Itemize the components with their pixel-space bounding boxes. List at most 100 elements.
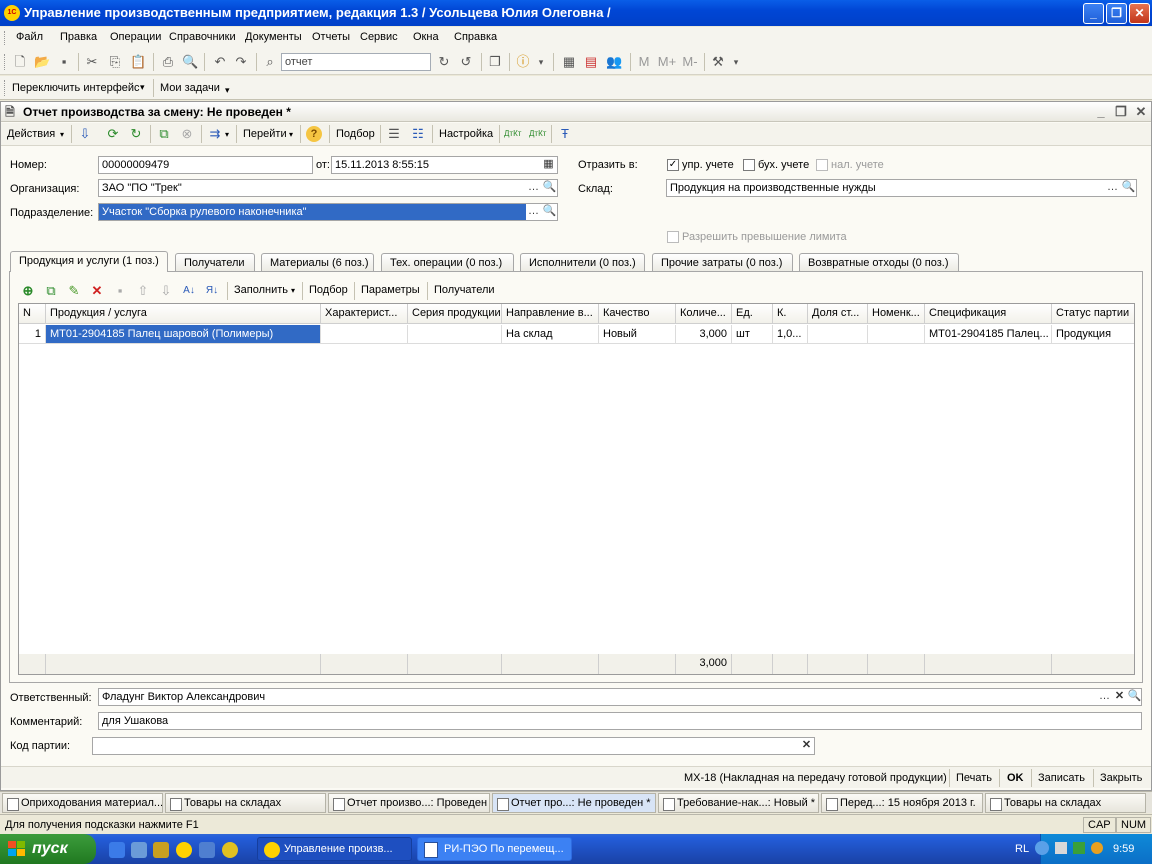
doc-minimize-button[interactable]: _ [1093, 104, 1109, 120]
col-lot-status[interactable]: Статус партии [1052, 304, 1134, 324]
document-titlebar[interactable]: 🗎 Отчет производства за смену: Не провед… [1, 102, 1151, 122]
organization-select-icon[interactable]: … [526, 180, 541, 196]
users-icon[interactable]: 👥 [606, 54, 622, 70]
move-down-icon[interactable]: ⇩ [158, 283, 174, 299]
sort-asc-icon[interactable]: A↓ [181, 283, 197, 299]
chrome-icon[interactable] [222, 842, 238, 858]
calendar-icon[interactable]: ▤ [583, 54, 599, 70]
copy-doc-icon[interactable]: ⧉ [156, 126, 172, 142]
copy-icon[interactable]: ⎘ [107, 54, 123, 70]
copy-row-icon[interactable]: ⧉ [43, 283, 59, 299]
structure-icon[interactable]: ☰ [386, 126, 402, 142]
update-icon[interactable] [1091, 842, 1103, 854]
menu-service[interactable]: Сервис [360, 31, 398, 43]
movements-icon[interactable]: ☷ [410, 126, 426, 142]
print-icon[interactable]: ⎙ [160, 54, 176, 70]
allow-limit-checkbox[interactable] [667, 231, 679, 243]
grid-recipients-button[interactable]: Получатели [434, 284, 495, 296]
add-row-icon[interactable]: ⊕ [20, 283, 36, 299]
cell-k[interactable]: 1,0... [773, 325, 808, 344]
reload-icon[interactable]: ↻ [128, 126, 144, 142]
warehouse-open-icon[interactable]: 🔍 [1121, 180, 1136, 196]
buh-checkbox[interactable] [743, 159, 755, 171]
cell-specification[interactable]: МТ01-2904185 Палец... [925, 325, 1052, 344]
dt-kt-icon[interactable]: ДтКт [504, 126, 521, 142]
col-characteristic[interactable]: Характерист... [321, 304, 408, 324]
params-button[interactable]: Параметры [361, 284, 420, 296]
menu-reports[interactable]: Отчеты [312, 31, 350, 43]
col-share[interactable]: Доля ст... [808, 304, 868, 324]
col-unit[interactable]: Ед. [732, 304, 773, 324]
tab-other-costs[interactable]: Прочие затраты (0 поз.) [652, 253, 793, 271]
responsible-select-icon[interactable]: … [1097, 689, 1112, 705]
department-select-icon[interactable]: … [526, 204, 541, 220]
fill-menu[interactable]: Заполнить [234, 284, 288, 296]
calendar-picker-icon[interactable]: ▦ [541, 157, 556, 173]
outlook-icon[interactable] [199, 842, 215, 858]
cell-share[interactable] [808, 325, 868, 344]
app-icon[interactable] [153, 842, 169, 858]
date-field[interactable]: 15.11.2013 8:55:15 [331, 156, 558, 174]
tools-dropdown-icon[interactable]: ▾ [728, 54, 744, 70]
paste-icon[interactable]: 📋 [130, 54, 146, 70]
move-up-icon[interactable]: ⇧ [135, 283, 151, 299]
menu-help[interactable]: Справка [454, 31, 497, 43]
tab-executors[interactable]: Исполнители (0 поз.) [520, 253, 645, 271]
goto-menu[interactable]: Перейти [243, 128, 287, 140]
mx18-button[interactable]: МХ-18 (Накладная на передачу готовой про… [684, 772, 947, 784]
undo-icon[interactable]: ↶ [212, 54, 228, 70]
col-direction[interactable]: Направление в... [502, 304, 599, 324]
cell-nomenclature[interactable] [868, 325, 925, 344]
ok-button[interactable]: OK [1007, 772, 1024, 784]
col-k[interactable]: К. [773, 304, 808, 324]
menu-operations[interactable]: Операции [110, 31, 161, 43]
restore-button[interactable]: ❐ [1106, 3, 1127, 24]
tools-icon[interactable]: ⚒ [710, 54, 726, 70]
window-tab[interactable]: Оприходования материал... [2, 793, 163, 813]
organization-open-icon[interactable]: 🔍 [542, 180, 557, 196]
actions-menu[interactable]: Действия [7, 128, 55, 140]
dtn-kt-icon[interactable]: ДтКт [529, 126, 546, 142]
sort-desc-icon[interactable]: Я↓ [204, 283, 220, 299]
minimize-button[interactable]: _ [1083, 3, 1104, 24]
search-icon[interactable]: ⌕ [262, 54, 278, 70]
col-specification[interactable]: Спецификация [925, 304, 1052, 324]
redo-icon[interactable]: ↷ [233, 54, 249, 70]
col-nomenclature[interactable]: Номенк... [868, 304, 925, 324]
window-tab[interactable]: Отчет произво...: Проведен [328, 793, 490, 813]
window-tab[interactable]: Перед...: 15 ноября 2013 г. [821, 793, 983, 813]
cell-direction[interactable]: На склад [502, 325, 599, 344]
tab-products[interactable]: Продукция и услуги (1 поз.) [10, 251, 168, 272]
close-button[interactable]: ✕ [1129, 3, 1150, 24]
security-icon[interactable] [1073, 842, 1085, 854]
window-tab[interactable]: Требование-нак...: Новый * [658, 793, 819, 813]
responsible-open-icon[interactable]: 🔍 [1127, 689, 1142, 705]
doc-restore-button[interactable]: ❐ [1113, 104, 1129, 120]
start-button[interactable]: пуск [0, 834, 96, 864]
col-n[interactable]: N [19, 304, 46, 324]
info-icon[interactable]: ⓘ [515, 54, 531, 70]
comment-field[interactable]: для Ушакова [98, 712, 1142, 730]
preview-icon[interactable]: 🔍 [182, 54, 198, 70]
language-indicator[interactable]: RL [1015, 843, 1029, 855]
menu-documents[interactable]: Документы [245, 31, 302, 43]
cell-quantity[interactable]: 3,000 [676, 325, 732, 344]
text-format-icon[interactable]: Ŧ [557, 126, 573, 142]
department-open-icon[interactable]: 🔍 [542, 204, 557, 220]
col-quality[interactable]: Качество [599, 304, 676, 324]
windows-icon[interactable]: ❐ [487, 54, 503, 70]
window-tab[interactable]: Товары на складах [985, 793, 1146, 813]
tab-recipients[interactable]: Получатели [175, 253, 255, 271]
window-tab-active[interactable]: Отчет про...: Не проведен * [492, 793, 656, 813]
refresh-icon[interactable]: ⟳ [105, 126, 121, 142]
taskbar-button-word[interactable]: РИ-ПЭО По перемещ... [417, 837, 572, 861]
calculator-icon[interactable]: ▦ [561, 54, 577, 70]
cut-icon[interactable]: ✂ [84, 54, 100, 70]
cell-unit[interactable]: шт [732, 325, 773, 344]
post-icon[interactable]: ⇩ [77, 126, 93, 142]
nal-checkbox[interactable] [816, 159, 828, 171]
col-quantity[interactable]: Количе... [676, 304, 732, 324]
upr-checkbox[interactable]: ✓ [667, 159, 679, 171]
edit-row-icon[interactable]: ✎ [66, 283, 82, 299]
doc-close-button[interactable]: ✕ [1133, 104, 1149, 120]
